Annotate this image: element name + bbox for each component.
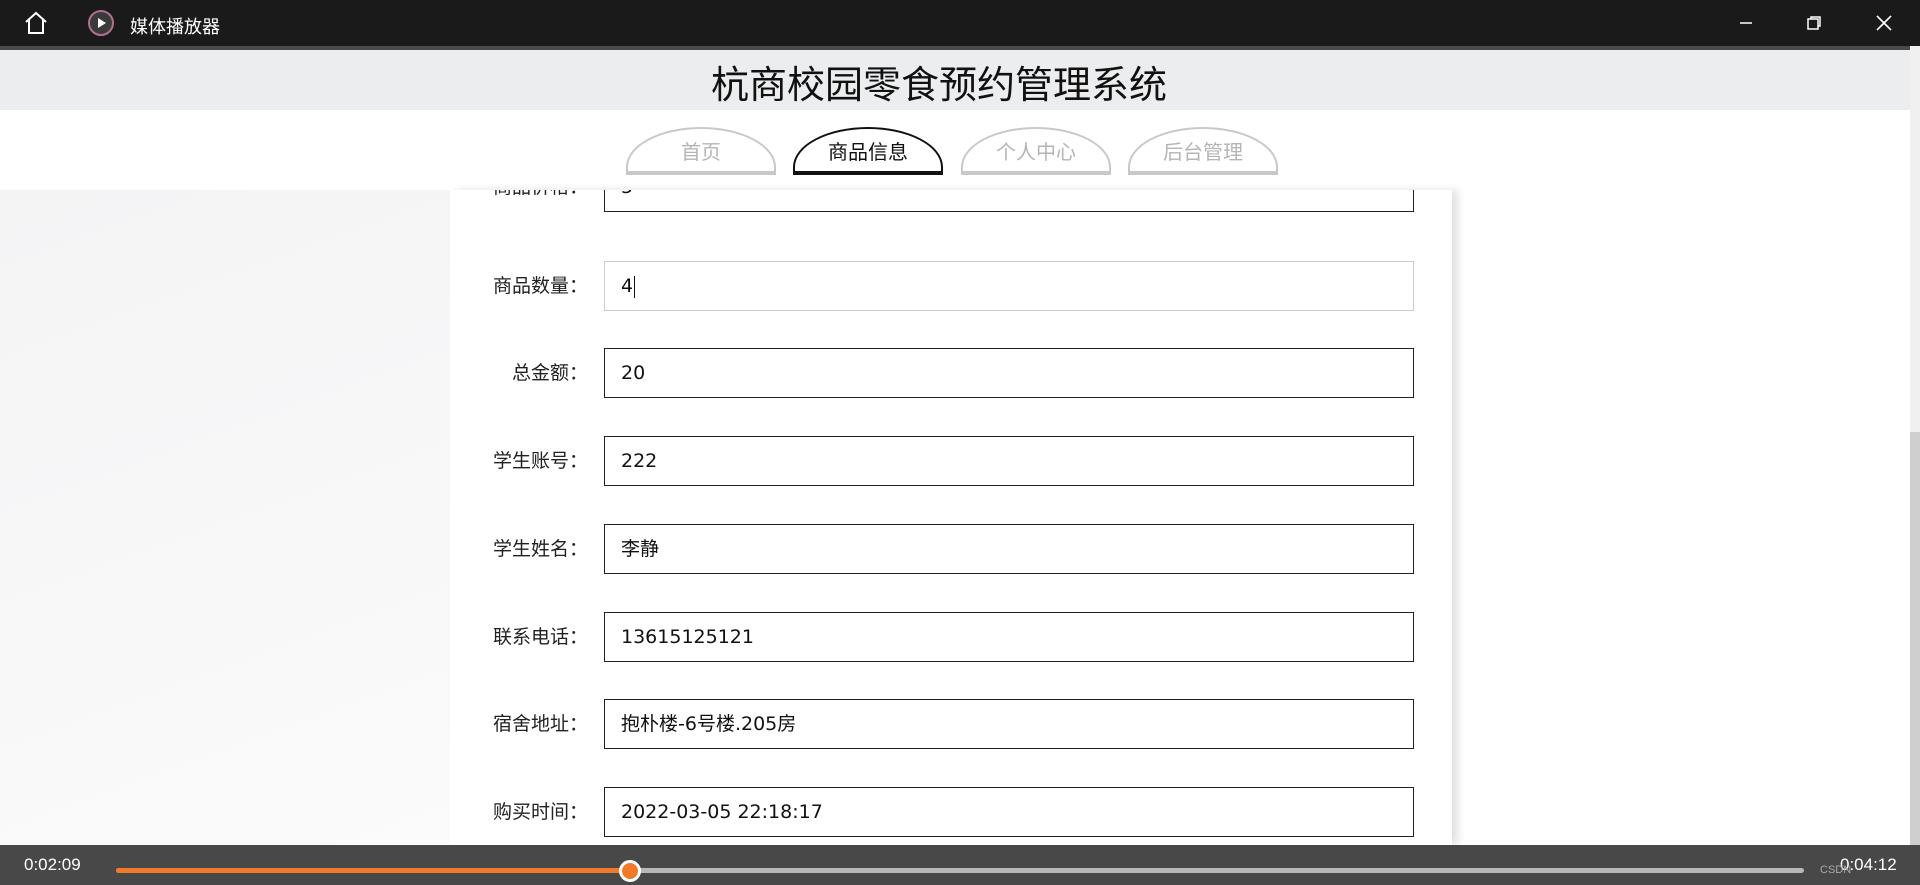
watermark: CSDN bbox=[1820, 864, 1852, 876]
right-background bbox=[1458, 190, 1920, 845]
play-icon bbox=[88, 10, 114, 36]
tab-product-info[interactable]: 商品信息 bbox=[793, 127, 943, 175]
minimize-icon bbox=[1740, 22, 1752, 24]
tab-label: 后台管理 bbox=[1163, 139, 1243, 164]
phone-field[interactable]: 13615125121 bbox=[604, 612, 1414, 662]
restore-icon bbox=[1807, 16, 1821, 30]
field-label: 商品价格： bbox=[493, 190, 588, 212]
field-label: 总金额： bbox=[511, 362, 588, 384]
total-amount-field[interactable]: 20 bbox=[604, 348, 1414, 398]
tab-personal-center[interactable]: 个人中心 bbox=[961, 127, 1111, 175]
form-row-student-name: 学生姓名： 李静 bbox=[450, 524, 1452, 574]
form-row-quantity: 商品数量： 4 bbox=[450, 261, 1452, 311]
main-nav: 首页 商品信息 个人中心 后台管理 bbox=[0, 110, 1920, 190]
form-row-student-account: 学生账号： 222 bbox=[450, 436, 1452, 486]
close-icon bbox=[1876, 15, 1892, 31]
dorm-address-field[interactable]: 抱朴楼-6号楼.205房 bbox=[604, 699, 1414, 749]
app-title: 媒体播放器 bbox=[130, 17, 220, 38]
close-button[interactable] bbox=[1850, 0, 1918, 46]
left-background bbox=[0, 190, 450, 845]
page-title: 杭商校园零食预约管理系统 bbox=[710, 63, 1167, 107]
order-form: 商品价格： 5 商品数量： 4 总金额： 20 学生账号： 222 学生姓名： … bbox=[450, 190, 1452, 845]
form-row-purchase-time: 购买时间： 2022-03-05 22:18:17 bbox=[450, 787, 1452, 837]
field-label: 商品数量： bbox=[492, 275, 588, 297]
field-label: 学生账号： bbox=[492, 450, 588, 472]
seek-handle[interactable] bbox=[619, 860, 641, 882]
student-name-field[interactable]: 李静 bbox=[604, 524, 1414, 574]
field-label: 宿舍地址： bbox=[492, 713, 588, 735]
price-field[interactable]: 5 bbox=[604, 190, 1414, 212]
tab-home[interactable]: 首页 bbox=[626, 127, 776, 175]
restore-button[interactable] bbox=[1780, 0, 1848, 46]
home-icon bbox=[25, 11, 47, 34]
page-header: 杭商校园零食预约管理系统 bbox=[0, 46, 1920, 110]
form-row-phone: 联系电话： 13615125121 bbox=[450, 612, 1452, 662]
minimize-button[interactable] bbox=[1712, 0, 1780, 46]
scrollbar-thumb[interactable] bbox=[1910, 432, 1920, 845]
student-account-field[interactable]: 222 bbox=[604, 436, 1414, 486]
form-row-total: 总金额： 20 bbox=[450, 348, 1452, 398]
text-caret bbox=[634, 275, 636, 298]
tab-label: 个人中心 bbox=[996, 139, 1076, 164]
field-label: 购买时间： bbox=[492, 801, 588, 823]
tab-label: 商品信息 bbox=[828, 139, 908, 164]
field-label: 学生姓名： bbox=[492, 538, 588, 560]
elapsed-time: 0:02:09 bbox=[24, 855, 81, 874]
seek-bar-progress bbox=[116, 868, 630, 873]
tab-label: 首页 bbox=[681, 139, 721, 164]
field-label: 联系电话： bbox=[492, 626, 588, 648]
quantity-field[interactable]: 4 bbox=[604, 261, 1414, 311]
form-row-price: 商品价格： 5 bbox=[450, 190, 1452, 212]
player-controls: 0:02:09 0:04:12 bbox=[0, 845, 1920, 885]
field-value: 4 bbox=[621, 275, 634, 297]
home-button[interactable] bbox=[18, 9, 54, 37]
media-player-titlebar: 媒体播放器 bbox=[0, 0, 1920, 46]
purchase-time-field[interactable]: 2022-03-05 22:18:17 bbox=[604, 787, 1414, 837]
tab-admin[interactable]: 后台管理 bbox=[1128, 127, 1278, 175]
form-row-dorm-address: 宿舍地址： 抱朴楼-6号楼.205房 bbox=[450, 699, 1452, 749]
